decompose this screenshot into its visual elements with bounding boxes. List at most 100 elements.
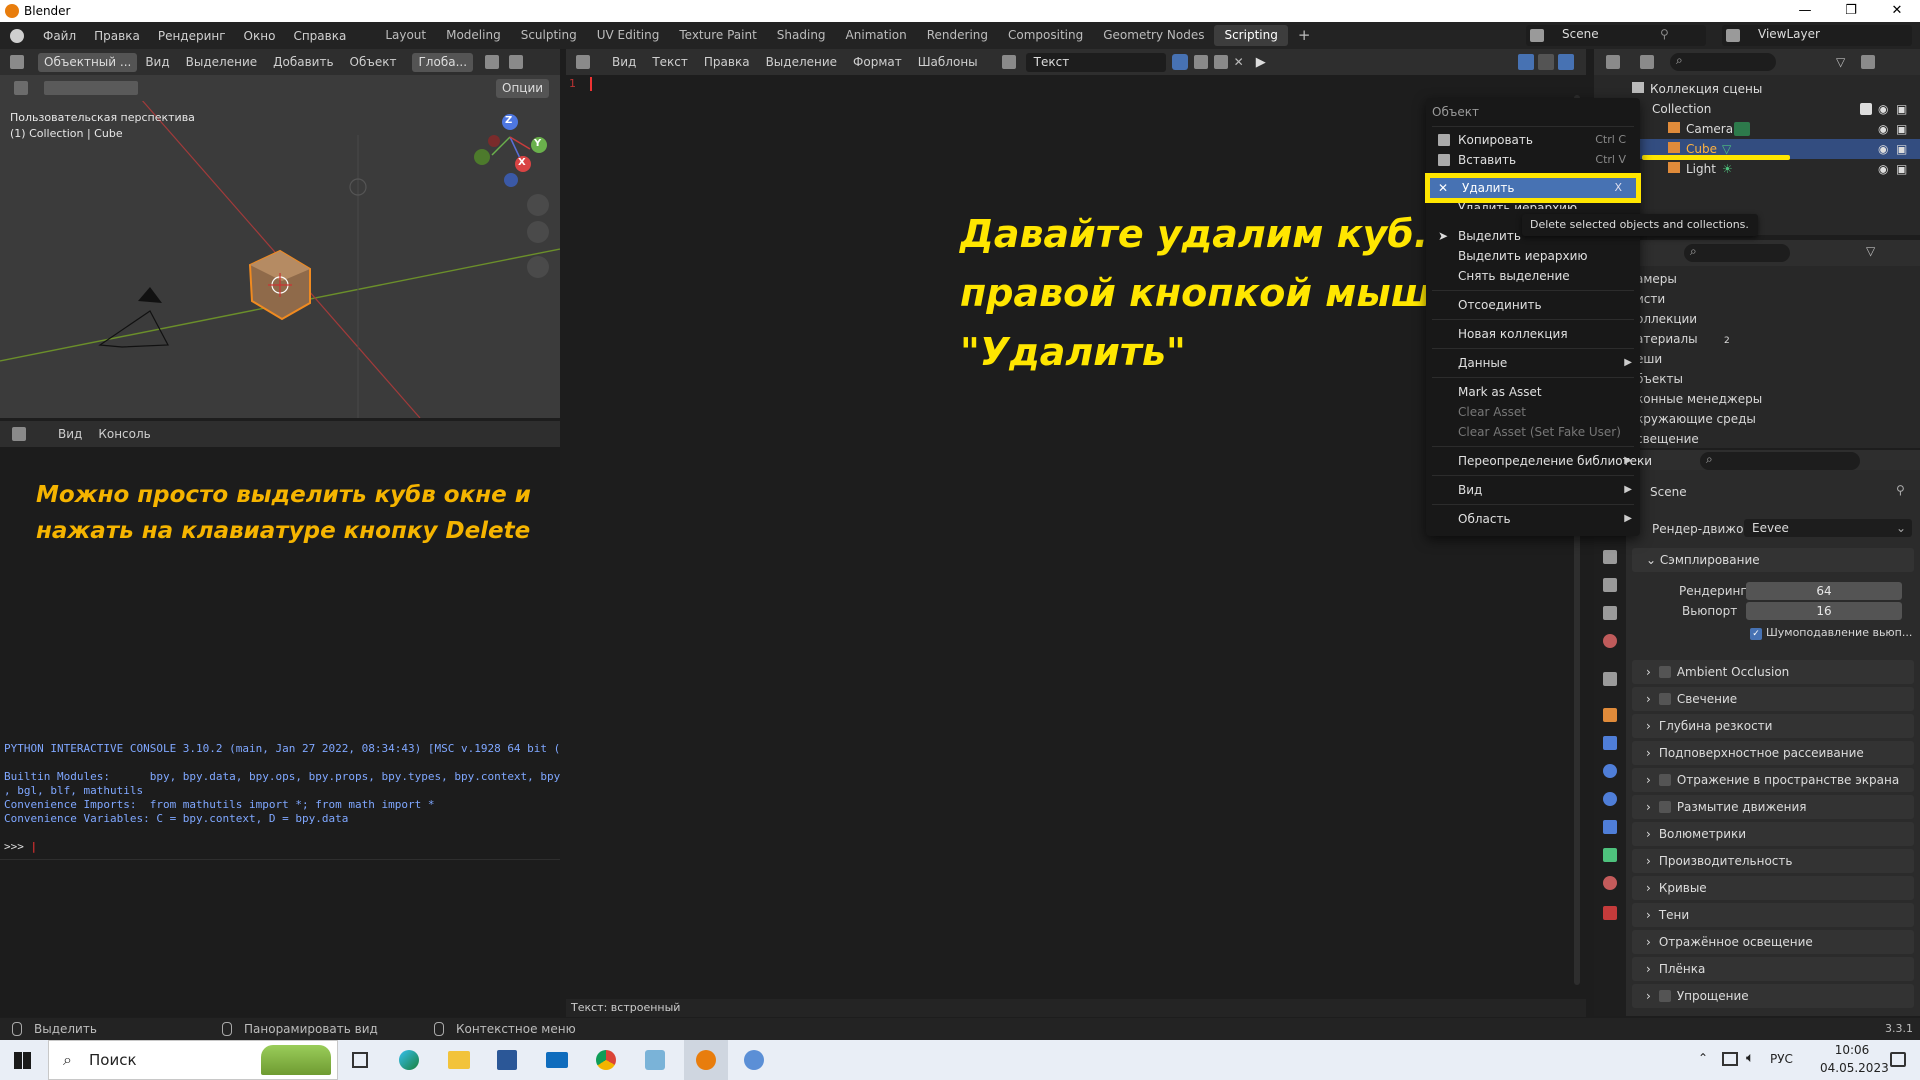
menu-item-view[interactable]: Вид ▶ <box>1426 480 1640 500</box>
material-tab-icon[interactable] <box>1603 876 1617 890</box>
viewlayer-selector[interactable]: ViewLayer <box>1722 25 1912 46</box>
properties-panel-row[interactable]: › Подповерхностное рассеивание <box>1632 741 1914 765</box>
browser-item[interactable]: кружающие среды <box>1636 412 1756 426</box>
tab-animation[interactable]: Animation <box>836 25 917 46</box>
editor-type-icon[interactable] <box>10 55 24 69</box>
constraints-tab-icon[interactable] <box>1603 820 1617 834</box>
pin-icon[interactable]: ⚲ <box>1660 27 1669 41</box>
line-numbers-toggle[interactable] <box>1518 54 1534 70</box>
open-text-icon[interactable] <box>1213 55 1228 69</box>
render-camera-icon[interactable]: ▣ <box>1896 99 1907 119</box>
chrome-icon[interactable] <box>596 1050 616 1070</box>
menu-item-new-collection[interactable]: Новая коллекция <box>1426 324 1640 344</box>
network-icon[interactable] <box>1722 1052 1738 1066</box>
new-collection-icon[interactable] <box>1861 55 1876 69</box>
outliner-item-light[interactable]: Light ☀ ◉ ▣ <box>1594 159 1920 179</box>
render-tab-icon[interactable] <box>1603 550 1617 564</box>
tab-modeling[interactable]: Modeling <box>436 25 511 46</box>
properties-panel-row[interactable]: › Отражённое освещение <box>1632 930 1914 954</box>
text-menu-select[interactable]: Выделение <box>758 55 845 69</box>
menu-item-deselect[interactable]: Снять выделение <box>1426 266 1640 286</box>
menu-edit[interactable]: Правка <box>85 29 149 43</box>
collection-tab-icon[interactable] <box>1603 672 1617 686</box>
blender-taskbar-icon[interactable] <box>684 1040 728 1080</box>
blend-file-browser[interactable]: ⌕ ▽ амеры исти оллекции атериалы 2 еши б… <box>1594 240 1920 448</box>
unlink-text-icon[interactable]: ✕ <box>1234 55 1244 69</box>
select-mode-icons[interactable] <box>44 81 138 95</box>
options-button[interactable]: Опции <box>496 79 550 98</box>
properties-panel[interactable]: Scene ⚲ Рендер-движок Eevee ⌄ ⌄ Сэмплиров… <box>1626 470 1920 1016</box>
close-icon[interactable]: ✕ <box>1874 0 1920 22</box>
store-icon[interactable] <box>497 1050 517 1070</box>
clock-date[interactable]: 04.05.2023 <box>1820 1061 1889 1075</box>
outliner[interactable]: Коллекция сцены Collection ◉ ▣ Camera ◉ … <box>1594 75 1920 235</box>
word-wrap-toggle[interactable] <box>1538 54 1554 70</box>
object-tab-icon[interactable] <box>1603 708 1617 722</box>
properties-panel-row[interactable]: › Тени <box>1632 903 1914 927</box>
taskbar-search[interactable]: ⌕ Поиск <box>48 1040 338 1080</box>
run-script-icon[interactable]: ▶ <box>1256 55 1266 70</box>
text-menu-edit[interactable]: Правка <box>696 55 758 69</box>
notes-app-icon[interactable] <box>645 1050 665 1070</box>
3d-viewport[interactable]: Z Y X Пользовательская перспектива (1) C… <box>0 75 560 418</box>
start-icon[interactable] <box>14 1052 31 1069</box>
properties-panel-row[interactable]: › Глубина резкости <box>1632 714 1914 738</box>
minimize-icon[interactable]: — <box>1782 0 1828 22</box>
properties-panel-row[interactable]: › Волюметрики <box>1632 822 1914 846</box>
denoise-checkbox[interactable]: ✓ <box>1750 628 1762 640</box>
console-menu-console[interactable]: Консоль <box>90 427 158 441</box>
tab-geometry-nodes[interactable]: Geometry Nodes <box>1093 25 1214 46</box>
browser-item[interactable]: бъекты <box>1636 372 1683 386</box>
visibility-eye-icon[interactable]: ◉ <box>1878 119 1888 139</box>
menu-item-delete[interactable]: ✕ Удалить X <box>1425 173 1641 203</box>
menu-item-area[interactable]: Область ▶ <box>1426 509 1640 529</box>
viewport-menu-select[interactable]: Выделение <box>178 55 265 69</box>
pivot-icon[interactable] <box>485 55 500 69</box>
render-engine-dropdown[interactable]: Eevee ⌄ <box>1744 519 1912 537</box>
notification-icon[interactable] <box>1890 1052 1906 1067</box>
text-name-field[interactable]: Текст <box>1025 52 1166 72</box>
menu-item-mark-asset[interactable]: Mark as Asset <box>1426 382 1640 402</box>
tab-compositing[interactable]: Compositing <box>998 25 1093 46</box>
panel-enable-checkbox[interactable] <box>1658 693 1671 705</box>
menu-item-clear-asset-fake-user[interactable]: Clear Asset (Set Fake User) <box>1426 422 1640 442</box>
menu-item-clear-asset[interactable]: Clear Asset <box>1426 402 1640 422</box>
tab-texture-paint[interactable]: Texture Paint <box>669 25 766 46</box>
properties-search[interactable]: ⌕ <box>1700 452 1860 470</box>
outliner-item-camera[interactable]: Camera ◉ ▣ <box>1594 119 1920 139</box>
properties-panel-row[interactable]: › Плёнка <box>1632 957 1914 981</box>
sampling-panel[interactable]: ⌄ Сэмплирование <box>1632 548 1914 572</box>
console-editor-icon[interactable] <box>12 427 26 441</box>
pin-icon[interactable]: ⚲ <box>1896 483 1905 497</box>
browser-item[interactable]: свещение <box>1636 432 1699 446</box>
tab-layout[interactable]: Layout <box>375 25 436 46</box>
python-console[interactable]: Можно просто выделить кубв окне и нажать… <box>0 447 560 1017</box>
menu-item-select-hierarchy[interactable]: Выделить иерархию <box>1426 246 1640 266</box>
snap-icon[interactable] <box>509 55 524 69</box>
tab-rendering[interactable]: Rendering <box>917 25 998 46</box>
menu-help[interactable]: Справка <box>284 29 355 43</box>
visibility-eye-icon[interactable]: ◉ <box>1878 139 1888 159</box>
properties-panel-row[interactable]: › Отражение в пространстве экрана <box>1632 768 1914 792</box>
clock-time[interactable]: 10:06 <box>1820 1043 1884 1057</box>
text-menu-view[interactable]: Вид <box>604 55 644 69</box>
properties-panel-row[interactable]: › Производительность <box>1632 849 1914 873</box>
browser-item[interactable]: конные менеджеры <box>1636 392 1762 406</box>
viewport-menu-add[interactable]: Добавить <box>265 55 341 69</box>
menu-item-paste[interactable]: Вставить Ctrl V <box>1426 150 1640 170</box>
mail-icon[interactable] <box>546 1052 568 1068</box>
exclude-checkbox[interactable] <box>1860 103 1872 115</box>
modifier-tab-icon[interactable] <box>1603 736 1617 750</box>
render-camera-icon[interactable]: ▣ <box>1896 159 1907 179</box>
render-camera-icon[interactable]: ▣ <box>1896 139 1907 159</box>
visibility-eye-icon[interactable]: ◉ <box>1878 159 1888 179</box>
console-menu-view[interactable]: Вид <box>50 427 90 441</box>
file-explorer-icon[interactable] <box>448 1051 470 1069</box>
outliner-root[interactable]: Коллекция сцены <box>1594 79 1920 99</box>
panel-enable-checkbox[interactable] <box>1658 774 1671 786</box>
syntax-highlight-toggle[interactable] <box>1558 54 1574 70</box>
viewport-menu-object[interactable]: Объект <box>342 55 405 69</box>
text-editor-type-icon[interactable] <box>576 55 590 69</box>
menu-item-library-override[interactable]: Переопределение библиотеки ▶ <box>1426 451 1652 471</box>
physics-tab-icon[interactable] <box>1603 792 1617 806</box>
